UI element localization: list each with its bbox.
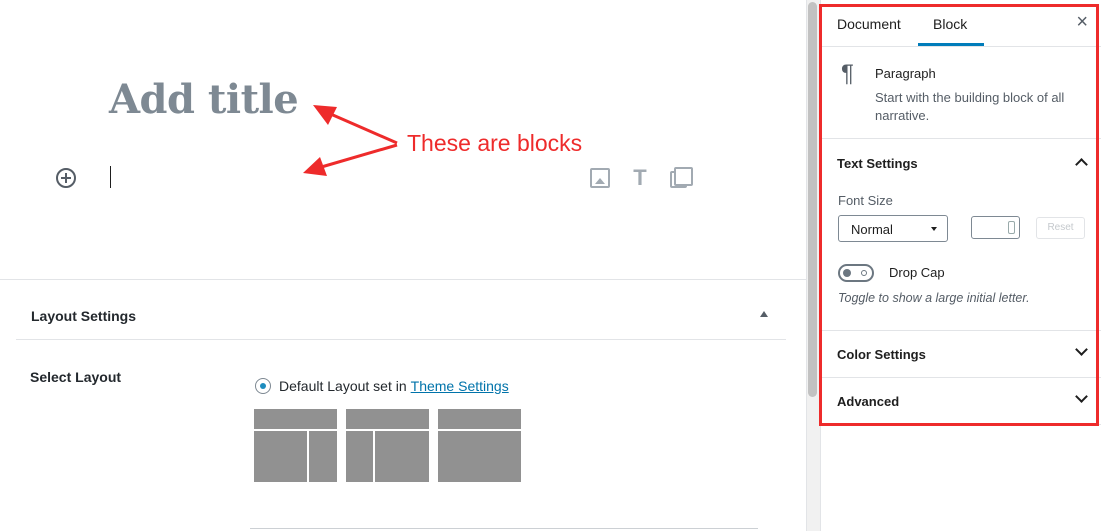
select-layout-label: Select Layout: [30, 369, 122, 385]
color-settings-title: Color Settings: [837, 347, 926, 362]
layout-column-line: [373, 429, 375, 482]
font-size-label: Font Size: [838, 193, 893, 208]
text-settings-title: Text Settings: [837, 156, 918, 171]
layout-header-line: [438, 429, 521, 431]
annotation-label: These are blocks: [407, 130, 583, 156]
collapse-caret-icon[interactable]: [760, 311, 768, 317]
layout-settings-header[interactable]: Layout Settings: [16, 292, 786, 340]
block-card-title: Paragraph: [875, 66, 936, 81]
post-title-input[interactable]: Add title: [109, 76, 299, 123]
layout-column-line: [307, 429, 309, 482]
font-size-select[interactable]: Normal: [838, 215, 948, 242]
spinner-icon[interactable]: [1008, 221, 1015, 234]
theme-settings-link[interactable]: Theme Settings: [411, 378, 509, 394]
scrollbar-thumb[interactable]: [808, 2, 817, 397]
image-icon[interactable]: [590, 168, 610, 188]
chevron-up-icon: [1075, 158, 1088, 171]
drop-cap-label: Drop Cap: [889, 265, 945, 280]
color-settings-header[interactable]: Color Settings: [821, 331, 1101, 378]
text-cursor[interactable]: [110, 166, 111, 188]
layout-full-width[interactable]: [438, 409, 521, 482]
toggle-off-indicator: [861, 270, 867, 276]
layout-left-sidebar[interactable]: [254, 409, 337, 482]
chevron-down-icon: [1075, 390, 1088, 403]
reset-button[interactable]: Reset: [1036, 217, 1085, 239]
block-card-description: Start with the building block of all nar…: [875, 90, 1065, 123]
divider: [250, 528, 758, 529]
default-layout-option[interactable]: Default Layout set in Theme Settings: [255, 378, 509, 394]
advanced-header[interactable]: Advanced: [821, 378, 1101, 425]
meta-divider: [0, 279, 806, 280]
drop-cap-toggle[interactable]: [838, 264, 874, 282]
editor-canvas: Add title T These are blocks Layout Sett…: [0, 0, 806, 531]
active-tab-indicator: [918, 43, 984, 46]
radio-label: Default Layout set in: [279, 378, 407, 394]
layout-options: [254, 409, 521, 482]
panel-divider: [821, 424, 1101, 425]
radio-button[interactable]: [255, 378, 271, 394]
add-block-icon[interactable]: [56, 168, 76, 188]
quick-inserter: T: [590, 167, 693, 189]
text-settings-header[interactable]: Text Settings: [821, 140, 1101, 187]
chevron-down-icon: [1075, 343, 1088, 356]
advanced-title: Advanced: [837, 394, 900, 409]
layout-settings-title: Layout Settings: [31, 308, 137, 324]
tab-document[interactable]: Document: [837, 16, 901, 32]
heading-icon[interactable]: T: [630, 167, 650, 189]
layout-right-sidebar[interactable]: [346, 409, 429, 482]
settings-sidebar: Document Block × ¶ Paragraph Start with …: [820, 0, 1101, 531]
block-card: ¶ Paragraph Start with the building bloc…: [821, 47, 1101, 139]
gallery-icon[interactable]: [670, 167, 693, 188]
tab-block[interactable]: Block: [933, 16, 967, 32]
paragraph-icon: ¶: [841, 60, 854, 87]
layout-header-line: [346, 429, 429, 431]
layout-header-line: [254, 429, 337, 431]
toggle-knob: [843, 269, 851, 277]
sidebar-tabs: Document Block ×: [821, 0, 1101, 47]
drop-cap-help: Toggle to show a large initial letter.: [838, 291, 1030, 305]
close-icon[interactable]: ×: [1076, 12, 1088, 32]
